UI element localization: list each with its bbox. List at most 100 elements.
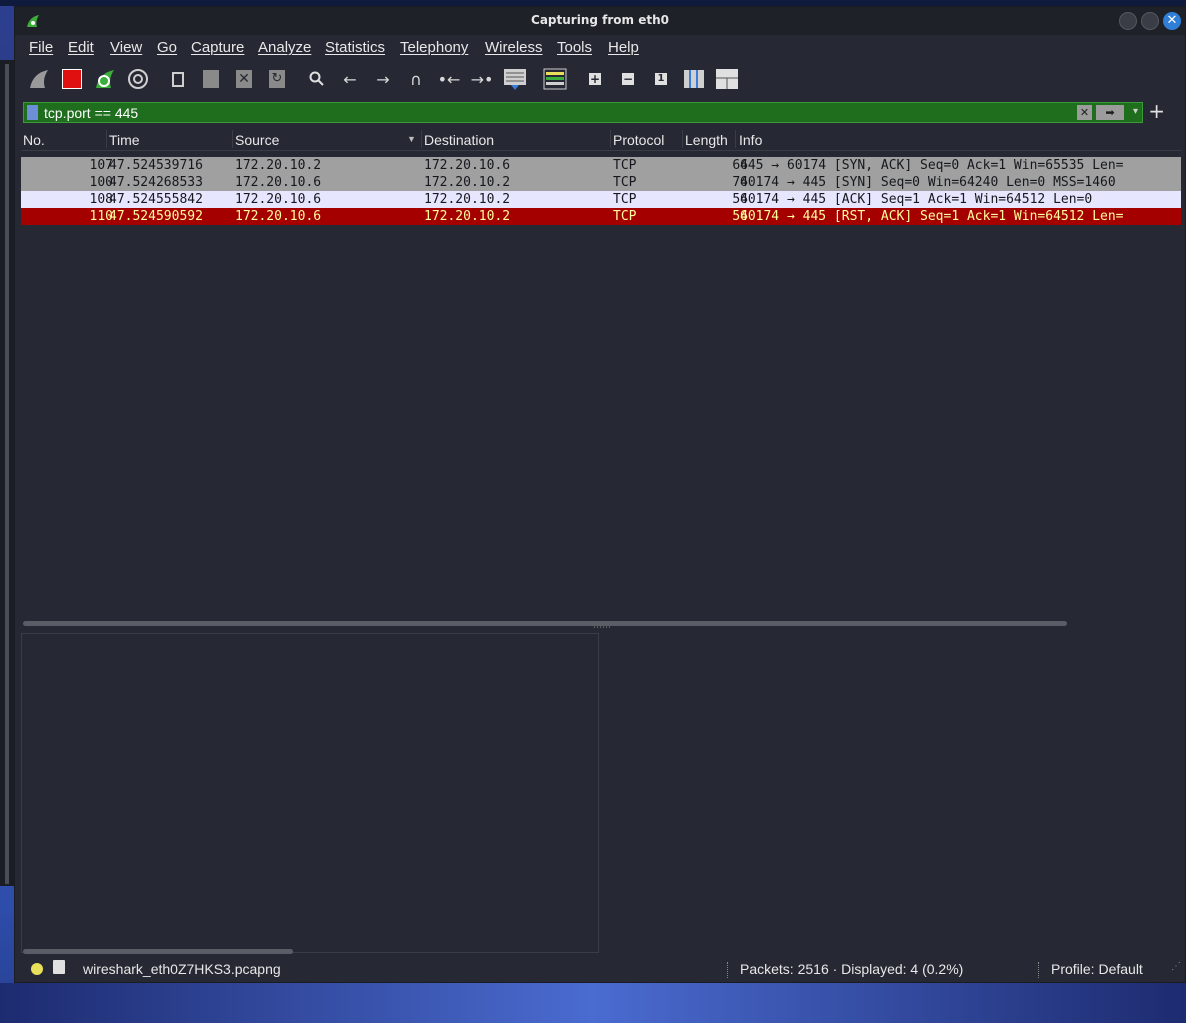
column-separator[interactable] [735,130,736,148]
packet-protocol: TCP [613,158,637,173]
resize-grip-icon[interactable]: ⋰ [1171,961,1181,972]
shark-fin-start-icon[interactable] [25,65,53,93]
side-scroll-thumb[interactable] [5,64,9,884]
resize-columns-icon[interactable] [680,65,708,93]
sort-indicator-icon: ▼ [407,134,416,144]
table-row[interactable]: 107 47.524539716 172.20.10.2 172.20.10.6 TCP… [21,157,1181,174]
packet-time: 47.524539716 [109,158,203,173]
minimize-button[interactable] [1119,12,1137,30]
packet-source: 172.20.10.6 [235,175,322,190]
packet-info: 445 → 60174 [SYN, ACK] Seq=0 Ack=1 Win=6… [740,158,1124,173]
go-last-icon[interactable]: →• [468,65,496,93]
packet-count-status: Packets: 2516 · Displayed: 4 (0.2%) [740,961,964,977]
open-file-icon[interactable] [164,65,192,93]
maximize-button[interactable] [1141,12,1159,30]
menu-edit[interactable]: Edit [68,39,94,56]
column-separator[interactable] [610,130,611,148]
display-filter-input[interactable] [44,104,1074,121]
reload-file-icon[interactable]: ↻ [263,65,291,93]
expert-info-led-icon[interactable] [31,963,43,975]
column-header-length[interactable]: Length [685,132,728,148]
chevron-down-icon[interactable]: ▾ [1133,106,1138,117]
capture-options-icon[interactable] [124,65,152,93]
column-header-protocol[interactable]: Protocol [613,132,664,148]
close-window-button[interactable]: ✕ [1163,12,1181,30]
menu-statistics[interactable]: Statistics [325,39,385,56]
stop-capture-icon[interactable] [58,65,86,93]
menu-analyze[interactable]: Analyze [258,39,311,56]
profile-status[interactable]: Profile: Default [1051,961,1143,977]
menu-capture[interactable]: Capture [191,39,244,56]
column-header-destination[interactable]: Destination [424,132,494,148]
go-forward-icon[interactable]: → [369,65,397,93]
packet-time: 47.524590592 [109,209,203,224]
display-filter-bar: ✕ ➡ ▾ [23,102,1143,123]
menu-bar: File Edit View Go Capture Analyze Statis… [15,35,1185,59]
zoom-out-icon[interactable]: − [614,65,642,93]
menu-file[interactable]: File [29,39,53,56]
splitter-grip: ⋯⋯ [593,623,611,633]
packet-destination: 172.20.10.6 [424,158,511,173]
table-row[interactable]: 110 47.524590592 172.20.10.6 172.20.10.2 TCP… [21,208,1181,225]
packet-info: 60174 → 445 [SYN] Seq=0 Win=64240 Len=0 … [740,175,1116,190]
packet-time: 47.524555842 [109,192,203,207]
packet-info: 60174 → 445 [RST, ACK] Seq=1 Ack=1 Win=6… [740,209,1124,224]
packet-list: No. Time Source ▼ Destination Protocol L… [21,128,1181,628]
packet-list-header: No. Time Source ▼ Destination Protocol L… [21,128,1181,151]
restart-capture-icon[interactable] [91,65,119,93]
clear-filter-icon[interactable]: ✕ [1077,105,1092,120]
packet-details-pane[interactable] [21,633,599,953]
packet-bytes-pane[interactable] [603,633,1181,953]
packet-destination: 172.20.10.2 [424,209,511,224]
menu-view[interactable]: View [110,39,142,56]
capture-comment-icon[interactable] [53,960,65,974]
apply-filter-icon[interactable]: ➡ [1096,105,1124,120]
save-file-icon[interactable] [197,65,225,93]
column-header-time[interactable]: Time [109,132,140,148]
menu-wireless[interactable]: Wireless [485,39,543,56]
packet-source: 172.20.10.6 [235,209,322,224]
packet-info: 60174 → 445 [ACK] Seq=1 Ack=1 Win=64512 … [740,192,1093,207]
details-hscrollbar[interactable] [21,947,599,955]
go-first-icon[interactable]: •← [435,65,463,93]
column-header-no[interactable]: No. [23,132,45,148]
column-header-info[interactable]: Info [739,132,762,148]
packet-source: 172.20.10.2 [235,158,322,173]
hscroll-thumb[interactable] [23,949,293,954]
menu-tools[interactable]: Tools [557,39,592,56]
column-separator[interactable] [421,130,422,148]
packet-destination: 172.20.10.2 [424,192,511,207]
menu-help[interactable]: Help [608,39,639,56]
menu-go[interactable]: Go [157,39,177,56]
find-packet-icon[interactable] [303,65,331,93]
packet-source: 172.20.10.6 [235,192,322,207]
packet-protocol: TCP [613,209,637,224]
capture-filename: wireshark_eth0Z7HKS3.pcapng [83,961,281,977]
column-separator[interactable] [682,130,683,148]
go-back-icon[interactable]: ← [336,65,364,93]
table-row[interactable]: 100 47.524268533 172.20.10.6 172.20.10.2 TCP… [21,174,1181,191]
window-title: Capturing from eth0 [531,13,669,27]
menu-telephony[interactable]: Telephony [400,39,468,56]
normal-size-icon[interactable]: 1 [647,65,675,93]
column-separator[interactable] [232,130,233,148]
column-separator[interactable] [106,130,107,148]
add-filter-button-icon[interactable]: + [1148,101,1165,121]
close-file-icon[interactable]: ✕ [230,65,258,93]
main-toolbar: ✕ ↻ ← → ∩ •← →• + − 1 [15,61,1185,97]
status-separator [1038,962,1040,978]
table-row[interactable]: 108 47.524555842 172.20.10.6 172.20.10.2 TCP… [21,191,1181,208]
filter-bookmark-icon[interactable] [27,105,38,120]
autoscroll-icon[interactable] [501,65,529,93]
wireshark-window: Capturing from eth0 ✕ File Edit View Go … [14,6,1186,983]
packet-time: 47.524268533 [109,175,203,190]
columns-icon[interactable] [713,65,741,93]
hscroll-thumb[interactable] [23,621,1067,626]
colorize-icon[interactable] [541,65,569,93]
go-to-packet-icon[interactable]: ∩ [402,65,430,93]
desktop-side-panel [0,60,14,886]
zoom-in-icon[interactable]: + [581,65,609,93]
desktop-background-bottom [0,983,1186,1023]
packet-protocol: TCP [613,192,637,207]
column-header-source[interactable]: Source [235,132,279,148]
